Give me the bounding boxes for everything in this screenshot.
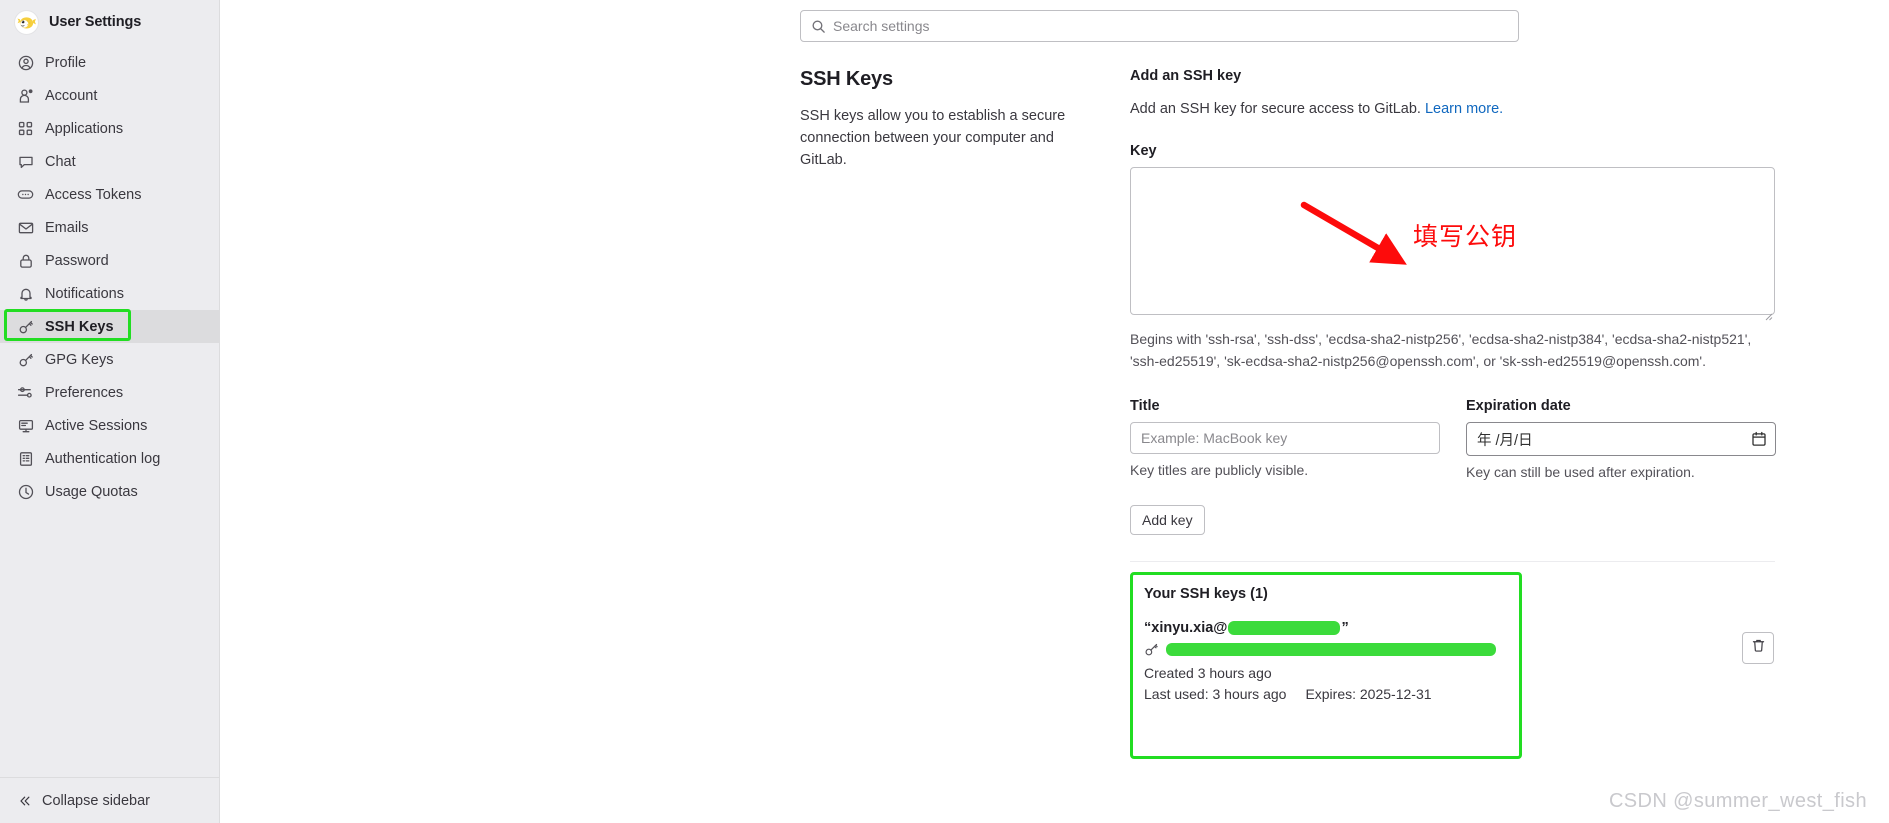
your-ssh-keys-panel: Your SSH keys (1) “xinyu.xia@ ” Created … <box>1130 572 1522 702</box>
title-expiration-row: Title Key titles are publicly visible. E… <box>1130 398 1776 480</box>
ssh-key-expires: Expires: 2025-12-31 <box>1305 686 1432 703</box>
calendar-icon[interactable] <box>1752 432 1766 447</box>
csdn-watermark: CSDN @summer_west_fish <box>1608 790 1867 812</box>
sidebar-item-label: Usage Quotas <box>45 483 138 500</box>
user-circle-icon <box>17 54 34 71</box>
page-title: SSH Keys <box>800 68 893 90</box>
expiration-field-group: Expiration date 年 /月/日 Key can still be … <box>1466 398 1776 480</box>
collapse-sidebar-button[interactable]: Collapse sidebar <box>0 777 219 823</box>
key-field-helper: Begins with 'ssh-rsa', 'ssh-dss', 'ecdsa… <box>1130 331 1752 369</box>
sidebar-item-label: Profile <box>45 54 87 71</box>
search-input[interactable]: Search settings <box>833 18 930 34</box>
add-key-button[interactable]: Add key <box>1130 505 1205 536</box>
sidebar-item-preferences[interactable]: Preferences <box>0 376 219 409</box>
sidebar-item-profile[interactable]: Profile <box>0 46 219 79</box>
key-icon <box>1144 642 1159 657</box>
account-gear-icon <box>17 87 34 104</box>
add-key-section-description: Add an SSH key for secure access to GitL… <box>1130 101 1775 117</box>
main-content: Search settings SSH Keys SSH keys allow … <box>220 0 1889 823</box>
section-divider <box>1130 561 1775 563</box>
sidebar-item-access-tokens[interactable]: Access Tokens <box>0 178 219 211</box>
learn-more-link[interactable]: Learn more. <box>1425 101 1503 117</box>
expiration-field-helper: Key can still be used after expiration. <box>1466 464 1695 481</box>
ssh-key-title-prefix: “xinyu.xia@ <box>1144 620 1228 637</box>
title-field-group: Title Key titles are publicly visible. <box>1130 398 1440 480</box>
ssh-key-fingerprint-line <box>1144 642 1522 657</box>
expiration-field-label: Expiration date <box>1466 398 1571 415</box>
page-root: User Settings Profile Account Applicatio… <box>0 0 1889 823</box>
sidebar-title: User Settings <box>49 14 142 30</box>
grid-squares-icon <box>17 120 34 137</box>
sidebar-item-password[interactable]: Password <box>0 244 219 277</box>
expiration-date-value: 年 /月/日 <box>1477 432 1533 449</box>
sidebar-item-label: SSH Keys <box>45 318 114 335</box>
sliders-icon <box>17 384 34 401</box>
ssh-key-title: “xinyu.xia@ ” <box>1144 620 1522 636</box>
ssh-key-title-suffix: ” <box>1341 620 1349 637</box>
add-ssh-key-column: Add an SSH key Add an SSH key for secure… <box>1130 68 1776 760</box>
search-icon <box>811 19 826 34</box>
monitor-icon <box>17 417 34 434</box>
sidebar-item-gpg-keys[interactable]: GPG Keys <box>0 343 219 376</box>
lock-icon <box>17 252 34 269</box>
title-field-label: Title <box>1130 398 1160 415</box>
expiration-date-input[interactable]: 年 /月/日 <box>1466 422 1776 457</box>
settings-sidebar: User Settings Profile Account Applicatio… <box>0 0 220 823</box>
title-field-helper: Key titles are publicly visible. <box>1130 462 1309 479</box>
trash-icon <box>1751 638 1766 658</box>
your-ssh-keys-heading: Your SSH keys (1) <box>1144 586 1268 603</box>
log-list-icon <box>17 450 34 467</box>
key-icon <box>17 318 34 335</box>
speech-bubble-icon <box>17 153 34 170</box>
ssh-key-created: Created 3 hours ago <box>1144 665 1272 682</box>
sidebar-item-label: Authentication log <box>45 450 161 467</box>
sidebar-item-label: Chat <box>45 153 76 170</box>
bell-icon <box>17 285 34 302</box>
token-pill-icon <box>17 186 34 203</box>
sidebar-nav: Profile Account Applications Chat Access… <box>0 42 219 508</box>
gauge-clock-icon <box>17 483 34 500</box>
title-input[interactable] <box>1130 422 1440 455</box>
sidebar-header: User Settings <box>0 0 219 42</box>
pufferfish-avatar <box>14 9 39 35</box>
sidebar-item-label: GPG Keys <box>45 351 114 368</box>
sidebar-item-authentication-log[interactable]: Authentication log <box>0 442 219 475</box>
key-icon <box>17 351 34 368</box>
sidebar-item-active-sessions[interactable]: Active Sessions <box>0 409 219 442</box>
add-key-section-title: Add an SSH key <box>1130 68 1242 84</box>
sidebar-item-notifications[interactable]: Notifications <box>0 277 219 310</box>
sidebar-item-label: Applications <box>45 120 124 137</box>
key-input[interactable] <box>1130 167 1775 315</box>
envelope-icon <box>17 219 34 236</box>
sidebar-item-chat[interactable]: Chat <box>0 145 219 178</box>
section-intro-column: SSH Keys SSH keys allow you to establish… <box>800 68 1068 702</box>
sidebar-item-label: Access Tokens <box>45 186 142 203</box>
sidebar-item-usage-quotas[interactable]: Usage Quotas <box>0 475 219 508</box>
page-description: SSH keys allow you to establish a secure… <box>800 108 1066 169</box>
sidebar-item-applications[interactable]: Applications <box>0 112 219 145</box>
sidebar-item-label: Notifications <box>45 285 124 302</box>
sidebar-item-label: Active Sessions <box>45 417 148 434</box>
sidebar-item-label: Emails <box>45 219 89 236</box>
sidebar-item-label: Password <box>45 252 109 269</box>
ssh-key-list-item: “xinyu.xia@ ” Created 3 hours ago Last u… <box>1144 620 1522 702</box>
search-settings-box[interactable]: Search settings <box>800 10 1519 42</box>
chevron-double-left-icon <box>17 794 32 808</box>
key-field-label: Key <box>1130 143 1157 159</box>
add-key-description-text: Add an SSH key for secure access to GitL… <box>1130 101 1421 117</box>
settings-content: SSH Keys SSH keys allow you to establish… <box>220 42 1889 760</box>
collapse-sidebar-label: Collapse sidebar <box>42 792 151 809</box>
sidebar-item-account[interactable]: Account <box>0 79 219 112</box>
redaction-bar-fingerprint <box>1166 643 1496 657</box>
your-ssh-keys-section: Your SSH keys (1) “xinyu.xia@ ” Created … <box>1130 572 1775 760</box>
sidebar-item-label: Account <box>45 87 98 104</box>
search-settings-wrap: Search settings <box>220 10 1889 42</box>
sidebar-item-label: Preferences <box>45 384 124 401</box>
sidebar-item-emails[interactable]: Emails <box>0 211 219 244</box>
sidebar-item-ssh-keys[interactable]: SSH Keys <box>0 310 219 343</box>
redaction-bar-title <box>1228 621 1341 636</box>
ssh-key-last-used: Last used: 3 hours ago <box>1144 686 1287 703</box>
ssh-key-usage-row: Last used: 3 hours ago Expires: 2025-12-… <box>1144 686 1522 702</box>
delete-ssh-key-button[interactable] <box>1742 632 1774 665</box>
